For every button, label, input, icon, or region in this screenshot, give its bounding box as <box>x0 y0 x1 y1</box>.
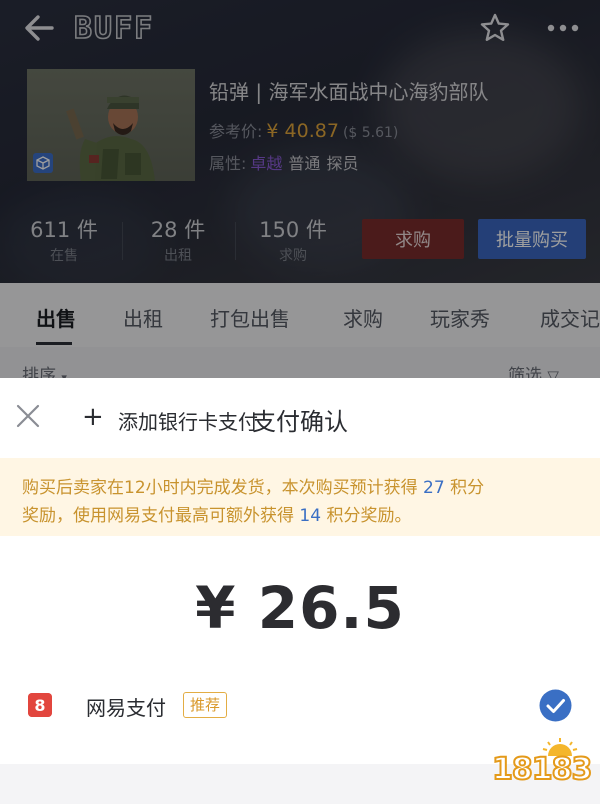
tab-sell[interactable]: 出售 <box>36 303 76 332</box>
buy-request-button[interactable]: 求购 <box>362 219 464 259</box>
tab-rent[interactable]: 出租 <box>123 303 163 332</box>
payment-amount: ¥ 26.5 <box>195 574 405 642</box>
site-watermark-logo: 18183 <box>491 738 593 796</box>
item-thumbnail[interactable] <box>27 69 195 181</box>
stat-label: 在售 <box>50 248 78 264</box>
sort-label: 排序 <box>22 366 56 378</box>
quality-tag: 普通 <box>288 154 321 173</box>
notice-line: 奖励，使用网易支付最高可额外获得 14 积分奖励。 <box>22 502 578 530</box>
listing-tabs: 出售 出租 打包出售 求购 玩家秀 成交记 <box>0 283 600 347</box>
netease-pay-icon: 8 <box>28 693 52 717</box>
active-tab-indicator <box>36 342 72 345</box>
divider <box>122 222 123 260</box>
favorite-star-icon[interactable] <box>479 12 511 44</box>
tab-trade-history[interactable]: 成交记 <box>540 303 600 332</box>
notice-text: 积分 <box>450 478 485 498</box>
more-dots-icon[interactable] <box>546 15 580 41</box>
notice-text: 购买后卖家在12小时内完成发货，本次购买预计获得 <box>22 478 418 498</box>
filter-label: 筛选 <box>508 366 542 378</box>
plus-icon[interactable]: + <box>82 404 104 430</box>
filter-button[interactable]: 筛选 ▽ <box>508 361 559 378</box>
attributes-row: 属性: 卓越 普通 探员 <box>209 150 358 174</box>
svg-text:8: 8 <box>34 696 45 715</box>
attr-label: 属性: <box>209 154 247 173</box>
payment-method-name: 网易支付 <box>86 696 166 720</box>
tab-player-show[interactable]: 玩家秀 <box>430 303 490 332</box>
ref-price-label: 参考价: <box>209 122 263 141</box>
points-earned: 27 <box>423 478 445 498</box>
watermark-text: 18183 <box>491 751 593 788</box>
tab-buy-request[interactable]: 求购 <box>343 303 383 332</box>
stat-rent[interactable]: 28 件 出租 <box>138 214 218 265</box>
ref-price: ¥ 40.87 <box>266 120 339 142</box>
ref-price-usd: ($ 5.61) <box>342 125 399 141</box>
stat-label: 求购 <box>279 248 307 264</box>
stat-label: 出租 <box>164 248 192 264</box>
stat-count: 28 件 <box>150 218 206 242</box>
bulk-buy-button[interactable]: 批量购买 <box>478 219 586 259</box>
points-extra: 14 <box>299 506 322 526</box>
stat-count: 150 件 <box>259 218 327 242</box>
sort-dropdown[interactable]: 排序 ▾ <box>22 361 67 378</box>
buff-logo: BUFF <box>74 12 154 42</box>
add-bank-card-button[interactable]: 添加银行卡支付 <box>118 406 258 435</box>
reference-price-row: 参考价: ¥ 40.87 ($ 5.61) <box>209 118 398 142</box>
selected-check-icon[interactable] <box>539 689 572 722</box>
back-arrow-icon[interactable] <box>22 12 56 44</box>
chevron-down-icon: ▾ <box>61 371 67 378</box>
stat-buy-request[interactable]: 150 件 求购 <box>248 214 338 265</box>
stat-on-sale[interactable]: 611 件 在售 <box>24 214 104 265</box>
tab-bundle-sell[interactable]: 打包出售 <box>210 303 290 332</box>
notice-text: 积分奖励。 <box>326 506 412 526</box>
rarity-tag: 卓越 <box>250 154 283 173</box>
item-header: BUFF 铅弹 | 海军水面战中心海豹部队 参考价: ¥ 40.87 ($ 5.… <box>0 0 600 283</box>
notice-text: 奖励，使用网易支付最高可额外获得 <box>22 506 294 526</box>
svg-text:BUFF: BUFF <box>74 12 154 42</box>
divider <box>235 222 236 260</box>
points-notice: 购买后卖家在12小时内完成发货，本次购买预计获得 27 积分 奖励，使用网易支付… <box>0 458 600 536</box>
background-blur <box>380 30 580 180</box>
cube-icon <box>33 153 53 173</box>
item-name: 铅弹 | 海军水面战中心海豹部队 <box>209 80 489 104</box>
filter-funnel-icon: ▽ <box>547 367 559 378</box>
recommended-badge: 推荐 <box>183 692 228 718</box>
stat-count: 611 件 <box>30 218 98 242</box>
sort-filter-bar: 排序 ▾ 筛选 ▽ <box>0 347 600 378</box>
notice-line: 购买后卖家在12小时内完成发货，本次购买预计获得 27 积分 <box>22 474 578 502</box>
type-tag: 探员 <box>326 154 359 173</box>
